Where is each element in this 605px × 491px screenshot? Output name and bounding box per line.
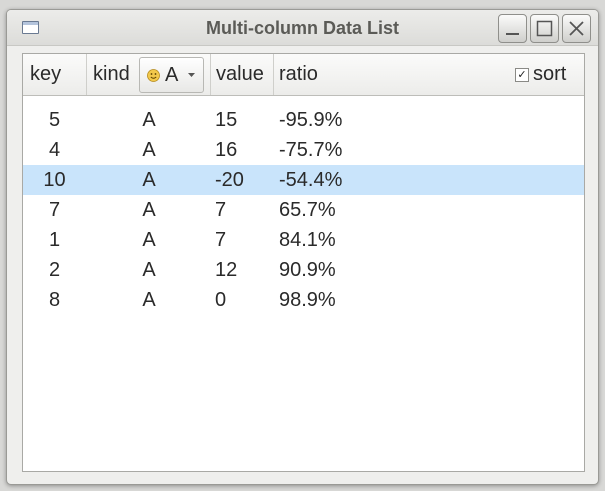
cell-value: 16 [215,139,238,161]
maximize-icon [536,20,553,37]
cell-kind: A [142,169,156,191]
list-header: key kind A value ratio ✓ sort [23,54,584,96]
list-row[interactable]: 10 A -20 -54.4% [23,165,584,195]
list-row[interactable]: 5 A 15 -95.9% [23,105,584,135]
column-header-ratio[interactable]: ratio [279,54,318,95]
column-separator[interactable] [86,54,87,95]
cell-value: -20 [215,169,244,191]
cell-kind: A [142,199,156,221]
chevron-down-icon [188,73,195,77]
minimize-button[interactable] [498,14,527,43]
cell-ratio: -95.9% [279,109,343,131]
cell-ratio: -75.7% [279,139,343,161]
cell-ratio: -54.4% [279,169,343,191]
cell-key: 2 [48,259,61,281]
list-row[interactable]: 4 A 16 -75.7% [23,135,584,165]
cell-key: 7 [48,199,61,221]
data-list[interactable]: key kind A value ratio ✓ sort 5 A 15 -95… [22,53,585,472]
close-button[interactable] [562,14,591,43]
cell-kind: A [142,289,156,311]
cell-value: 7 [215,199,227,221]
cell-key: 5 [48,109,61,131]
list-rows: 5 A 15 -95.9% 4 A 16 -75.7% 10 A -20 -54… [23,105,584,315]
title-bar[interactable]: Multi-column Data List [7,10,598,46]
cell-key: 10 [43,169,66,191]
smiley-icon [147,69,160,82]
list-row[interactable]: 8 A 0 98.9% [23,285,584,315]
kind-filter-dropdown[interactable]: A [139,57,204,93]
cell-value: 15 [215,109,238,131]
cell-ratio: 84.1% [279,229,336,251]
cell-ratio: 98.9% [279,289,336,311]
kind-filter-value: A [165,64,179,86]
sort-checkbox[interactable]: ✓ [515,68,529,82]
list-row[interactable]: 7 A 7 65.7% [23,195,584,225]
cell-ratio: 65.7% [279,199,336,221]
cell-key: 1 [48,229,61,251]
column-separator[interactable] [210,54,211,95]
app-window: Multi-column Data List key kind A value … [6,9,599,485]
list-row[interactable]: 1 A 7 84.1% [23,225,584,255]
column-header-kind[interactable]: kind [93,54,130,95]
list-row[interactable]: 2 A 12 90.9% [23,255,584,285]
cell-kind: A [142,139,156,161]
maximize-button[interactable] [530,14,559,43]
sort-label[interactable]: sort [533,54,566,95]
cell-kind: A [142,259,156,281]
cell-value: 0 [215,289,227,311]
minimize-icon [506,33,519,35]
cell-kind: A [142,109,156,131]
cell-ratio: 90.9% [279,259,336,281]
column-header-value[interactable]: value [216,54,264,95]
cell-key: 4 [48,139,61,161]
cell-kind: A [142,229,156,251]
cell-value: 7 [215,229,227,251]
column-separator[interactable] [273,54,274,95]
close-icon [569,21,584,36]
column-header-key[interactable]: key [30,54,61,95]
cell-key: 8 [48,289,61,311]
cell-value: 12 [215,259,238,281]
